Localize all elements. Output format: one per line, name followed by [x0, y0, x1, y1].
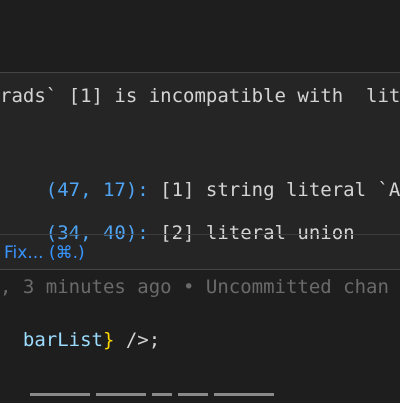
code-tail: />; [114, 329, 161, 351]
cut-off-text-fragment [178, 393, 208, 396]
cut-off-code-line [30, 393, 320, 403]
cut-off-text-fragment [30, 393, 90, 396]
reference-location[interactable]: (47, 17): [46, 179, 149, 201]
code-line[interactable]: barList} />; [0, 307, 160, 351]
reference-text: [1] string literal `All [148, 179, 400, 201]
code-brace: } [102, 329, 115, 351]
hover-action-bar: Fix... (⌘.) [0, 234, 400, 269]
code-identifier: barList [22, 329, 103, 351]
editor-area [0, 0, 400, 72]
quick-fix-link[interactable]: Fix... (⌘.) [4, 243, 85, 263]
hover-error-message: rads` [1] is incompatible with lit [0, 85, 400, 107]
git-blame-annotation: , 3 minutes ago • Uncommitted chan [0, 276, 389, 298]
hover-widget: rads` [1] is incompatible with lit (47, … [0, 72, 400, 270]
cut-off-text-fragment [214, 393, 274, 396]
cut-off-text-fragment [152, 393, 172, 396]
cut-off-text-fragment [96, 393, 146, 396]
